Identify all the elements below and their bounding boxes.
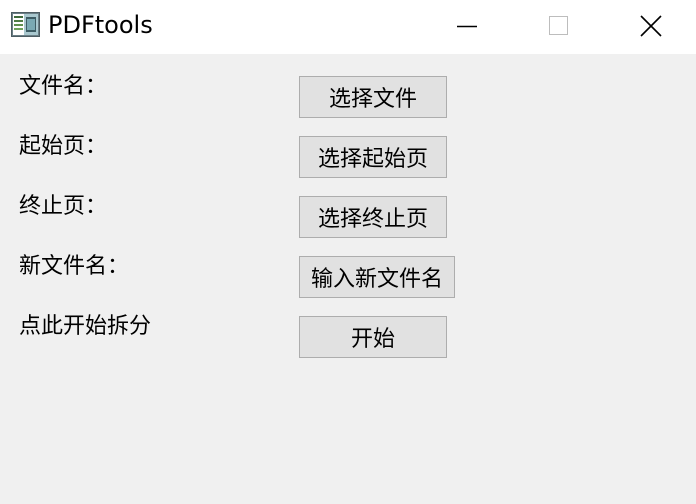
new-filename-label: 新文件名： — [19, 254, 130, 279]
end-page-label: 终止页： — [19, 194, 108, 219]
enter-new-filename-button[interactable]: 输入新文件名 — [299, 256, 455, 298]
start-split-label: 点此开始拆分 — [19, 314, 152, 339]
pdftools-app-icon — [11, 12, 40, 37]
minimize-button[interactable] — [443, 0, 489, 54]
choose-start-page-button[interactable]: 选择起始页 — [299, 136, 447, 178]
app-window: PDFtools 文件名： 选择文件 起始页： 选择起始页 终止页： 选择终止页… — [0, 0, 696, 504]
filename-label: 文件名： — [19, 74, 108, 99]
choose-file-button[interactable]: 选择文件 — [299, 76, 447, 118]
title-bar[interactable]: PDFtools — [0, 0, 696, 54]
maximize-button[interactable] — [535, 0, 581, 54]
start-page-label: 起始页： — [19, 134, 108, 159]
start-button[interactable]: 开始 — [299, 316, 447, 358]
window-title: PDFtools — [48, 11, 153, 39]
choose-end-page-button[interactable]: 选择终止页 — [299, 196, 447, 238]
close-button[interactable] — [628, 0, 674, 54]
